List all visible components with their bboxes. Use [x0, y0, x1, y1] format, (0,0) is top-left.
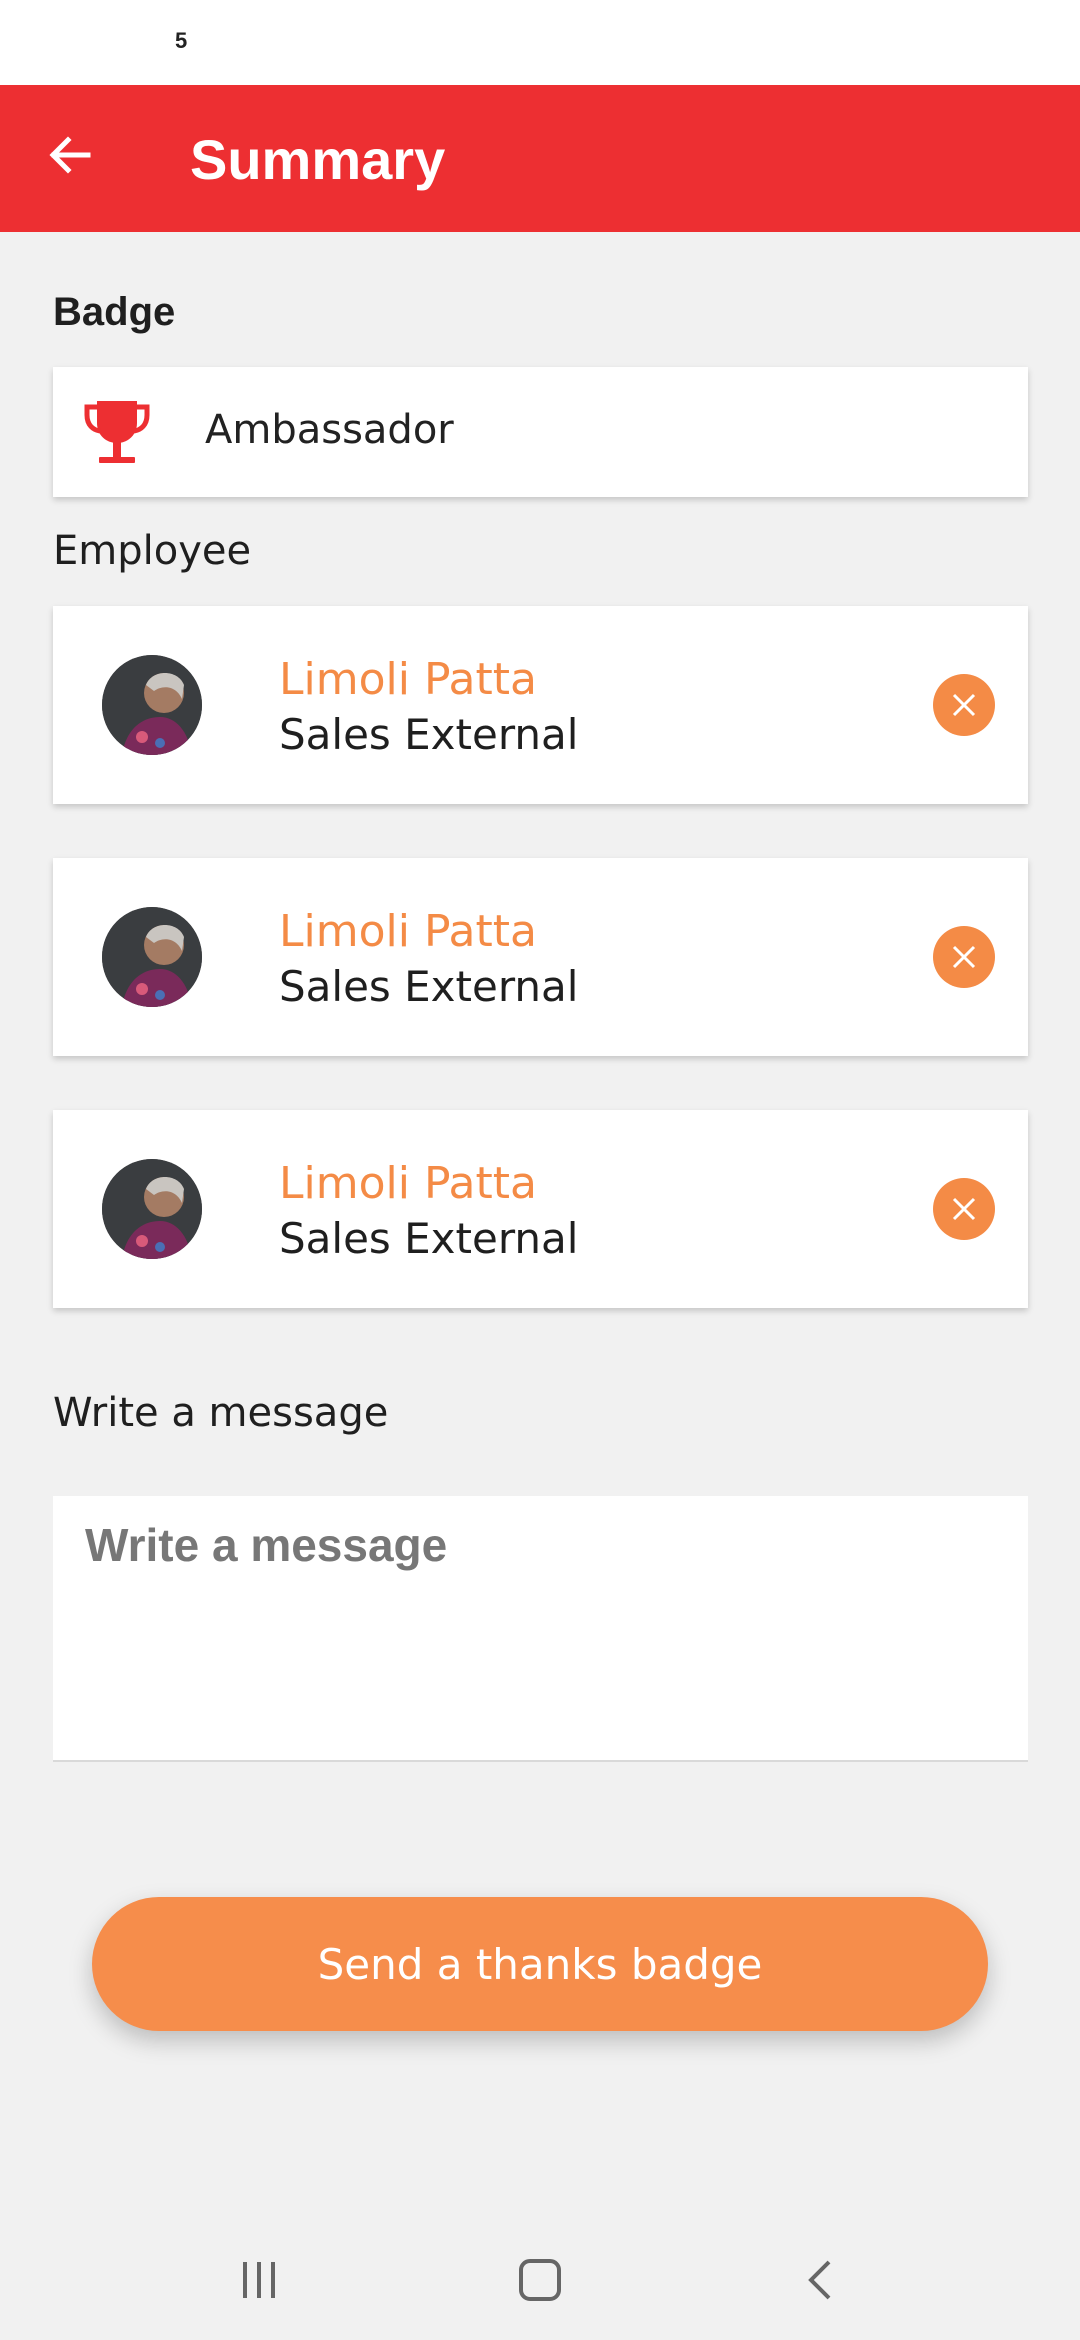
message-section-label: Write a message	[53, 1390, 389, 1436]
home-icon	[519, 2259, 561, 2301]
employee-name: Limoli Patta	[279, 654, 537, 705]
employee-name: Limoli Patta	[279, 906, 537, 957]
message-input[interactable]	[53, 1496, 1028, 1760]
employee-role: Sales External	[279, 1214, 579, 1263]
status-time: 5	[175, 28, 188, 53]
remove-employee-button[interactable]	[933, 1178, 995, 1240]
page-title: Summary	[190, 128, 446, 191]
employee-card[interactable]: Limoli Patta Sales External	[53, 1110, 1028, 1308]
recent-apps-button[interactable]	[219, 2250, 299, 2310]
close-icon	[952, 1197, 976, 1221]
system-nav-bar	[0, 2220, 1080, 2340]
recent-apps-icon	[243, 2262, 275, 2298]
employee-name: Limoli Patta	[279, 1158, 537, 1209]
message-field[interactable]	[53, 1496, 1028, 1762]
employee-section-label: Employee	[53, 528, 252, 574]
avatar	[102, 907, 202, 1007]
badge-section-label: Badge	[53, 290, 176, 334]
employee-card[interactable]: Limoli Patta Sales External	[53, 858, 1028, 1056]
app-bar: Summary	[0, 85, 1080, 232]
remove-employee-button[interactable]	[933, 926, 995, 988]
avatar	[102, 1159, 202, 1259]
status-bar: 5	[0, 0, 1080, 85]
badge-name: Ambassador	[205, 407, 454, 453]
employee-card[interactable]: Limoli Patta Sales External	[53, 606, 1028, 804]
close-icon	[952, 693, 976, 717]
back-nav-button[interactable]	[781, 2250, 861, 2310]
send-thanks-badge-button[interactable]: Send a thanks badge	[92, 1897, 988, 2031]
arrow-left-icon	[49, 136, 91, 174]
employee-role: Sales External	[279, 962, 579, 1011]
avatar	[102, 655, 202, 755]
chevron-left-icon	[808, 2260, 831, 2300]
back-button[interactable]	[30, 115, 110, 195]
trophy-icon	[84, 401, 150, 463]
badge-card[interactable]: Ambassador	[53, 367, 1028, 497]
remove-employee-button[interactable]	[933, 674, 995, 736]
home-button[interactable]	[500, 2250, 580, 2310]
employee-role: Sales External	[279, 710, 579, 759]
close-icon	[952, 945, 976, 969]
